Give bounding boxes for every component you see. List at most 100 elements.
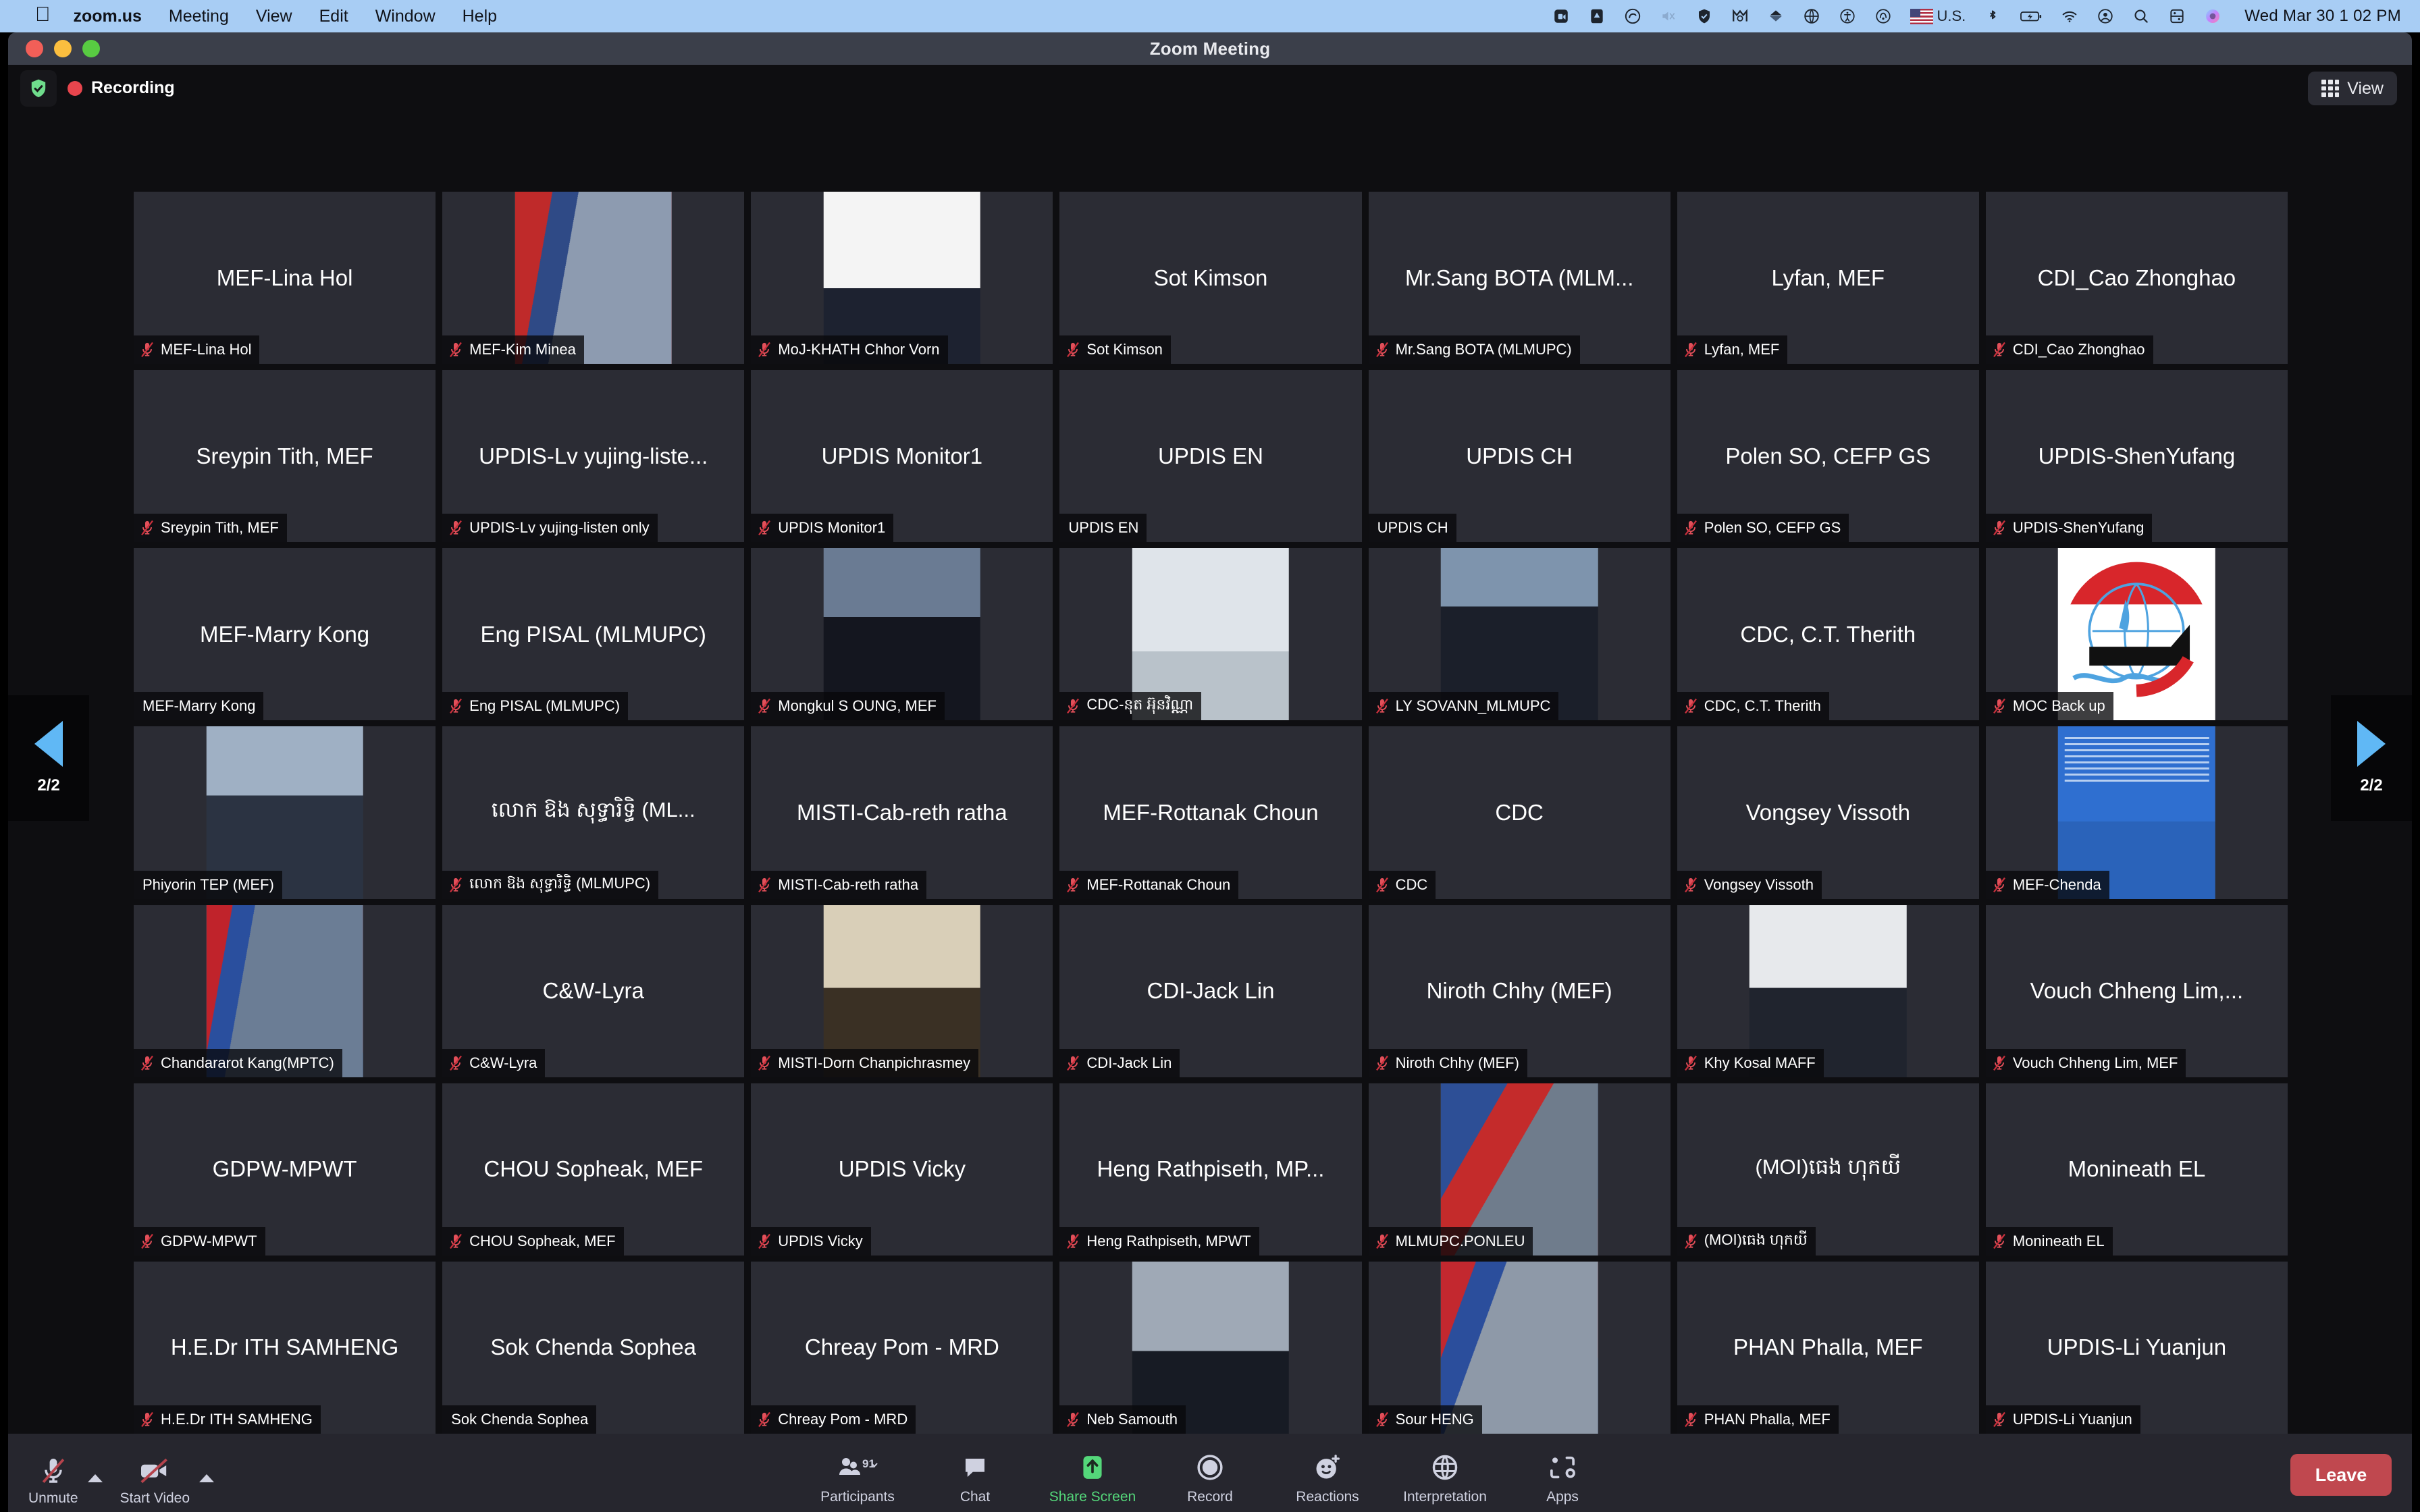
participant-tile[interactable]: MISTI-Dorn Chanpichrasmey bbox=[751, 905, 1053, 1077]
accessibility-icon[interactable] bbox=[1839, 7, 1856, 25]
participant-tile[interactable]: Vongsey Vissoth Vongsey Vissoth bbox=[1677, 726, 1979, 899]
participant-tile[interactable]: Sot Kimson Sot Kimson bbox=[1059, 192, 1362, 364]
participant-tile[interactable]: Vouch Chheng Lim,... Vouch Chheng Lim, ME… bbox=[1985, 905, 2288, 1077]
participant-tile[interactable]: LY SOVANN_MLMUPC bbox=[1368, 548, 1671, 721]
adobe-creative-cloud-icon[interactable] bbox=[1624, 7, 1641, 25]
prev-page-button[interactable]: 2/2 bbox=[8, 695, 89, 821]
menu-item-zoom-us[interactable]: zoom.us bbox=[74, 7, 142, 26]
participant-tile[interactable]: PHAN Phalla, MEF PHAN Phalla, MEF bbox=[1677, 1261, 1979, 1434]
airdrop-icon[interactable] bbox=[1874, 7, 1892, 25]
participant-tile[interactable]: UPDIS Monitor1 UPDIS Monitor1 bbox=[751, 370, 1053, 543]
audio-options-caret-icon[interactable] bbox=[87, 1474, 103, 1482]
participant-tile[interactable]: UPDIS-Lv yujing-liste... UPDIS-Lv yujing-… bbox=[442, 370, 745, 543]
dropbox-icon[interactable] bbox=[1767, 7, 1785, 25]
display-brightness-icon[interactable] bbox=[1588, 7, 1606, 25]
participant-name-badge: CDC bbox=[1368, 870, 1436, 899]
mega-app-icon[interactable] bbox=[1731, 7, 1749, 25]
chat-button[interactable]: Chat bbox=[916, 1451, 1034, 1512]
participant-tile[interactable]: C&W-Lyra C&W-Lyra bbox=[442, 905, 745, 1077]
control-center-icon[interactable] bbox=[2168, 7, 2186, 25]
participant-tile[interactable]: CDC, C.T. Therith CDC, C.T. Therith bbox=[1677, 548, 1979, 721]
participant-tile[interactable]: UPDIS EN UPDIS EN bbox=[1059, 370, 1362, 543]
participant-tile[interactable]: CDI_Cao Zhonghao CDI_Cao Zhonghao bbox=[1985, 192, 2288, 364]
participant-tile[interactable]: CDC CDC bbox=[1368, 726, 1671, 899]
globe-interpretation-icon bbox=[1430, 1451, 1460, 1484]
participant-tile[interactable]: (MOI)ធេង ហុកយី (MOI)ធេង ហុកយី bbox=[1677, 1083, 1979, 1256]
battery-charging-icon[interactable] bbox=[2020, 7, 2043, 25]
next-page-button[interactable]: 2/2 bbox=[2331, 695, 2412, 821]
participant-tile[interactable]: CHOU Sopheak, MEF CHOU Sopheak, MEF bbox=[442, 1083, 745, 1256]
participant-name-badge: CDC-នុត អ៊ុនវិណ្ណា bbox=[1059, 692, 1202, 721]
participant-tile[interactable]: លោក ឱង សុទ្ធារិទ្ធិ (ML... លោក ឱង សុទ្ធារ… bbox=[442, 726, 745, 899]
leave-button[interactable]: Leave bbox=[2290, 1454, 2392, 1496]
participant-tile[interactable]: UPDIS Vicky UPDIS Vicky bbox=[751, 1083, 1053, 1256]
unmute-label: Unmute bbox=[28, 1490, 78, 1506]
spotlight-search-icon[interactable] bbox=[2132, 7, 2150, 25]
participant-tile[interactable]: Heng Rathpiseth, MP... Heng Rathpiseth, M… bbox=[1059, 1083, 1362, 1256]
video-options-caret-icon[interactable] bbox=[199, 1474, 215, 1482]
participant-tile[interactable]: Mongkul S OUNG, MEF bbox=[751, 548, 1053, 721]
input-locale-indicator[interactable]: U.S. bbox=[1910, 7, 1966, 25]
participant-name-badge: Heng Rathpiseth, MPWT bbox=[1059, 1226, 1259, 1256]
share-screen-button[interactable]: Share Screen bbox=[1034, 1451, 1151, 1512]
participant-tile[interactable]: UPDIS-ShenYufang UPDIS-ShenYufang bbox=[1985, 370, 2288, 543]
participant-tile[interactable]: UPDIS CH UPDIS CH bbox=[1368, 370, 1671, 543]
participant-tile[interactable]: MLMUPC.PONLEU bbox=[1368, 1083, 1671, 1256]
participant-tile[interactable]: CDI-Jack Lin CDI-Jack Lin bbox=[1059, 905, 1362, 1077]
participant-tile[interactable]: Eng PISAL (MLMUPC) Eng PISAL (MLMUPC) bbox=[442, 548, 745, 721]
participants-button[interactable]: 91 Participants bbox=[799, 1451, 916, 1512]
participant-tile[interactable]: Sour HENG bbox=[1368, 1261, 1671, 1434]
microphone-muted-icon bbox=[1993, 699, 2005, 714]
menu-item-window[interactable]: Window bbox=[375, 7, 436, 26]
shield-check-icon[interactable] bbox=[1695, 7, 1713, 25]
participant-tile[interactable]: MISTI-Cab-reth ratha MISTI-Cab-reth ratha bbox=[751, 726, 1053, 899]
apps-button[interactable]: Apps bbox=[1504, 1451, 1621, 1512]
participant-name-badge: Neb Samouth bbox=[1059, 1405, 1186, 1434]
unmute-button[interactable]: Unmute bbox=[28, 1455, 78, 1507]
participant-tile[interactable]: MEF-Chenda bbox=[1985, 726, 2288, 899]
video-camera-icon[interactable] bbox=[1552, 7, 1570, 25]
participant-tile[interactable]: Phiyorin TEP (MEF) bbox=[134, 726, 436, 899]
bluetooth-icon[interactable] bbox=[1984, 7, 2001, 25]
participant-tile[interactable]: MEF-Rottanak Choun MEF-Rottanak Choun bbox=[1059, 726, 1362, 899]
participant-tile[interactable]: MEF-Lina Hol MEF-Lina Hol bbox=[134, 192, 436, 364]
participant-tile[interactable]: Sok Chenda Sophea Sok Chenda Sophea bbox=[442, 1261, 745, 1434]
wifi-icon[interactable] bbox=[2061, 7, 2078, 25]
participant-tile[interactable]: MOC Back up bbox=[1985, 548, 2288, 721]
participant-name-label: MISTI-Dorn Chanpichrasmey bbox=[778, 1054, 971, 1071]
menu-item-help[interactable]: Help bbox=[463, 7, 497, 26]
participant-tile[interactable]: Polen SO, CEFP GS Polen SO, CEFP GS bbox=[1677, 370, 1979, 543]
menu-bar-clock[interactable]: Wed Mar 30 1 02 PM bbox=[2244, 7, 2401, 26]
participant-tile[interactable]: Monineath EL Monineath EL bbox=[1985, 1083, 2288, 1256]
globe-network-icon[interactable] bbox=[1803, 7, 1820, 25]
participant-tile[interactable]: Mr.Sang BOTA (MLM... Mr.Sang BOTA (MLMUPC… bbox=[1368, 192, 1671, 364]
participant-tile[interactable]: GDPW-MPWT GDPW-MPWT bbox=[134, 1083, 436, 1256]
participant-tile[interactable]: CDC-នុត អ៊ុនវិណ្ណា bbox=[1059, 548, 1362, 721]
menu-item-edit[interactable]: Edit bbox=[319, 7, 348, 26]
participant-tile[interactable]: MEF-Kim Minea bbox=[442, 192, 745, 364]
menu-item-view[interactable]: View bbox=[256, 7, 292, 26]
participant-tile[interactable]: H.E.Dr ITH SAMHENG H.E.Dr ITH SAMHENG bbox=[134, 1261, 436, 1434]
participant-tile[interactable]: MoJ-KHATH Chhor Vorn bbox=[751, 192, 1053, 364]
participant-tile[interactable]: Khy Kosal MAFF bbox=[1677, 905, 1979, 1077]
menu-item-meeting[interactable]: Meeting bbox=[169, 7, 229, 26]
reactions-button[interactable]: Reactions bbox=[1269, 1451, 1386, 1512]
user-account-icon[interactable] bbox=[2097, 7, 2114, 25]
participant-tile[interactable]: Chreay Pom - MRD Chreay Pom - MRD bbox=[751, 1261, 1053, 1434]
participant-name-label: Khy Kosal MAFF bbox=[1704, 1054, 1816, 1071]
apple-logo-icon[interactable]:  bbox=[35, 5, 51, 25]
participant-tile[interactable]: Niroth Chhy (MEF) Niroth Chhy (MEF) bbox=[1368, 905, 1671, 1077]
participant-tile[interactable]: Sreypin Tith, MEF Sreypin Tith, MEF bbox=[134, 370, 436, 543]
volume-mute-icon[interactable] bbox=[1660, 7, 1677, 25]
siri-icon[interactable] bbox=[2204, 7, 2221, 25]
participant-tile[interactable]: Chandararot Kang(MPTC) bbox=[134, 905, 436, 1077]
interpretation-button[interactable]: Interpretation bbox=[1386, 1451, 1504, 1512]
microphone-muted-icon bbox=[1993, 877, 2005, 892]
start-video-button[interactable]: Start Video bbox=[120, 1455, 190, 1507]
participant-tile[interactable]: Lyfan, MEF Lyfan, MEF bbox=[1677, 192, 1979, 364]
participant-tile[interactable]: Neb Samouth bbox=[1059, 1261, 1362, 1434]
participant-name-badge: (MOI)ធេង ហុកយី bbox=[1677, 1226, 1816, 1256]
record-button[interactable]: Record bbox=[1151, 1451, 1269, 1512]
participant-tile[interactable]: MEF-Marry Kong MEF-Marry Kong bbox=[134, 548, 436, 721]
participant-tile[interactable]: UPDIS-Li Yuanjun UPDIS-Li Yuanjun bbox=[1985, 1261, 2288, 1434]
